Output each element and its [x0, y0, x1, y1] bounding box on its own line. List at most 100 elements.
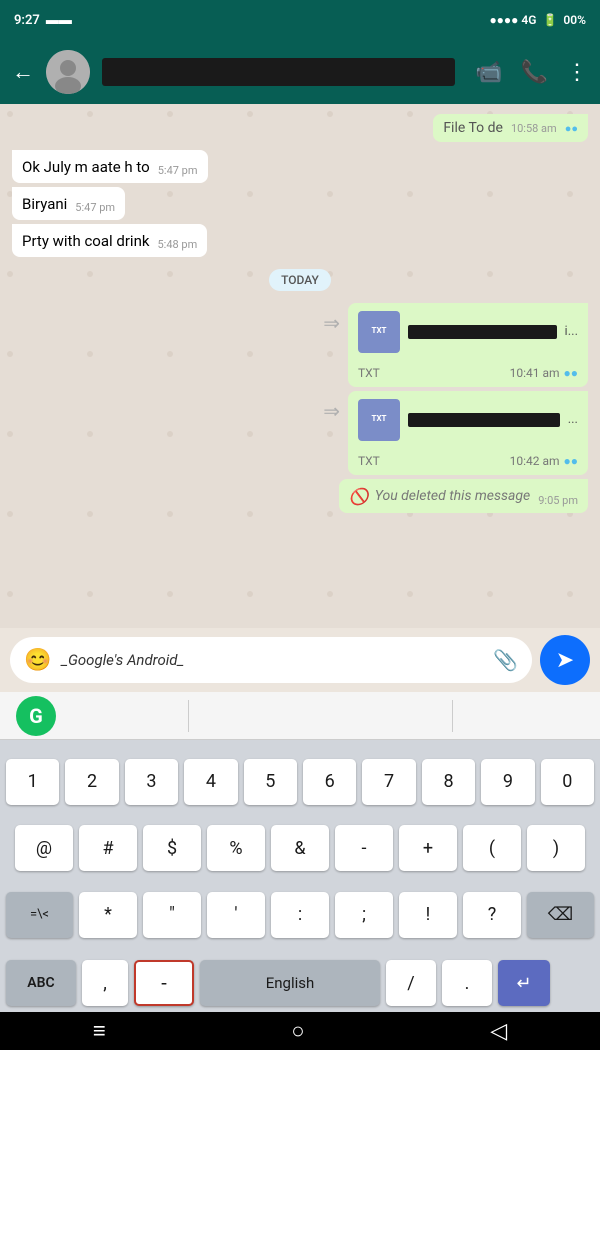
file-2-type-row: TXT 10:42 am ●● [358, 453, 578, 470]
status-battery: 00% [563, 13, 586, 27]
file-2-info: TXT ... [358, 399, 578, 441]
key-quote[interactable]: " [143, 892, 201, 938]
key-semicolon[interactable]: ; [335, 892, 393, 938]
video-call-icon[interactable]: 📹 [475, 60, 502, 85]
key-hash[interactable]: # [79, 825, 137, 871]
grammarly-button[interactable]: G [16, 696, 56, 736]
attach-button[interactable]: 📎 [493, 648, 518, 672]
key-0[interactable]: 0 [541, 759, 594, 805]
msg-3-text: Prty with coal drink [22, 231, 149, 252]
key-slash[interactable]: / [386, 960, 436, 1006]
app-bar-icons: 📹 📞 ⋮ [475, 60, 588, 85]
key-minus[interactable]: - [335, 825, 393, 871]
toolbar-divider-2 [452, 700, 453, 732]
message-3: Prty with coal drink 5:48 pm [12, 224, 207, 257]
key-open-paren[interactable]: ( [463, 825, 521, 871]
toolbar-divider-1 [188, 700, 189, 732]
key-abc[interactable]: ABC [6, 960, 76, 1006]
key-comma[interactable]: , [82, 960, 128, 1006]
file-1-type-row: TXT 10:41 am ●● [358, 365, 578, 382]
voice-call-icon[interactable]: 📞 [521, 60, 548, 85]
toolbar-dividers [56, 700, 584, 732]
key-9[interactable]: 9 [481, 759, 534, 805]
key-6[interactable]: 6 [303, 759, 356, 805]
keyboard-row-symbols1: @ # $ % & - + ( ) [6, 825, 594, 871]
file-2-type: TXT [358, 453, 380, 470]
file-1-time: 10:41 am [510, 365, 560, 382]
key-equals-backslash-lt[interactable]: =\< [6, 892, 73, 938]
file-icon-2: TXT [358, 399, 400, 441]
key-1[interactable]: 1 [6, 759, 59, 805]
key-enter[interactable]: ↵ [498, 960, 550, 1006]
file-message-2[interactable]: TXT ... TXT 10:42 am ●● [348, 391, 588, 475]
key-percent[interactable]: % [207, 825, 265, 871]
msg-1-text: Ok July m aate h to [22, 157, 150, 178]
msg-3-time: 5:48 pm [157, 237, 197, 252]
key-colon[interactable]: : [271, 892, 329, 938]
file-icon-1: TXT [358, 311, 400, 353]
key-dollar[interactable]: $ [143, 825, 201, 871]
nav-back-icon[interactable]: ◁ [490, 1019, 507, 1044]
file-2-ticks: ●● [564, 453, 579, 470]
key-4[interactable]: 4 [184, 759, 237, 805]
key-dash-highlighted[interactable]: - [134, 960, 194, 1006]
msg-2-time: 5:47 pm [75, 200, 115, 215]
file-1-name-redacted [408, 325, 557, 339]
file-1-info: TXT i... [358, 311, 578, 353]
day-divider: TODAY [269, 269, 331, 291]
nav-bar: ≡ ○ ◁ [0, 1012, 600, 1050]
file-message-1[interactable]: TXT i... TXT 10:41 am ●● [348, 303, 588, 387]
top-msg-time: 10:58 am [511, 122, 557, 135]
key-2[interactable]: 2 [65, 759, 118, 805]
file-2-ellipsis: ... [568, 411, 578, 429]
status-time: 9:27 [14, 13, 40, 28]
backspace-button[interactable]: ⌫ [527, 892, 594, 938]
status-sim-icon: ▬▬ [46, 12, 72, 28]
key-at[interactable]: @ [15, 825, 73, 871]
file-1-ticks: ●● [564, 365, 579, 382]
key-5[interactable]: 5 [244, 759, 297, 805]
keyboard: G 1 2 3 4 5 6 7 8 9 0 @ # $ % & - + [0, 692, 600, 1012]
status-battery-icon: 🔋 [542, 13, 557, 27]
forward-icon-2: ⇒ [323, 399, 340, 423]
msg-2-text: Biryani [22, 194, 67, 215]
key-8[interactable]: 8 [422, 759, 475, 805]
emoji-button[interactable]: 😊 [24, 648, 51, 673]
key-dot[interactable]: . [442, 960, 492, 1006]
more-options-icon[interactable]: ⋮ [566, 60, 588, 85]
app-bar: ← 📹 📞 ⋮ [0, 40, 600, 104]
back-button[interactable]: ← [12, 59, 34, 85]
avatar[interactable] [46, 50, 90, 94]
key-asterisk[interactable]: * [79, 892, 137, 938]
message-input[interactable]: _Google's Android_ [61, 651, 483, 669]
top-msg-text: File To de [443, 120, 503, 136]
key-exclamation[interactable]: ! [399, 892, 457, 938]
msg-1-time: 5:47 pm [158, 163, 198, 178]
top-partial-message: File To de 10:58 am ●● [12, 114, 588, 142]
key-language[interactable]: English [200, 960, 380, 1006]
deleted-message: 🚫 You deleted this message 9:05 pm [339, 479, 588, 513]
key-ampersand[interactable]: & [271, 825, 329, 871]
forward-icon-1: ⇒ [323, 311, 340, 335]
nav-home-icon[interactable]: ○ [291, 1018, 304, 1044]
key-3[interactable]: 3 [125, 759, 178, 805]
file-2-time: 10:42 am [510, 453, 560, 470]
nav-menu-icon[interactable]: ≡ [93, 1018, 106, 1044]
key-question[interactable]: ? [463, 892, 521, 938]
file-message-2-wrap: ⇒ TXT ... TXT 10:42 am ●● [323, 391, 588, 475]
key-plus[interactable]: + [399, 825, 457, 871]
send-icon: ➤ [556, 648, 574, 673]
key-7[interactable]: 7 [362, 759, 415, 805]
key-close-paren[interactable]: ) [527, 825, 585, 871]
keyboard-toolbar: G [0, 692, 600, 740]
send-button[interactable]: ➤ [540, 635, 590, 685]
deleted-msg-time: 9:05 pm [538, 493, 578, 508]
deleted-msg-text: You deleted this message [375, 487, 530, 507]
keyboard-rows: 1 2 3 4 5 6 7 8 9 0 @ # $ % & - + ( ) =\… [0, 740, 600, 956]
file-message-1-wrap: ⇒ TXT i... TXT 10:41 am ●● [323, 303, 588, 387]
contact-name-redacted [102, 58, 455, 86]
file-1-type: TXT [358, 365, 380, 382]
message-input-box[interactable]: 😊 _Google's Android_ 📎 [10, 637, 532, 683]
key-apostrophe[interactable]: ' [207, 892, 265, 938]
top-msg-ticks: ●● [565, 122, 578, 135]
